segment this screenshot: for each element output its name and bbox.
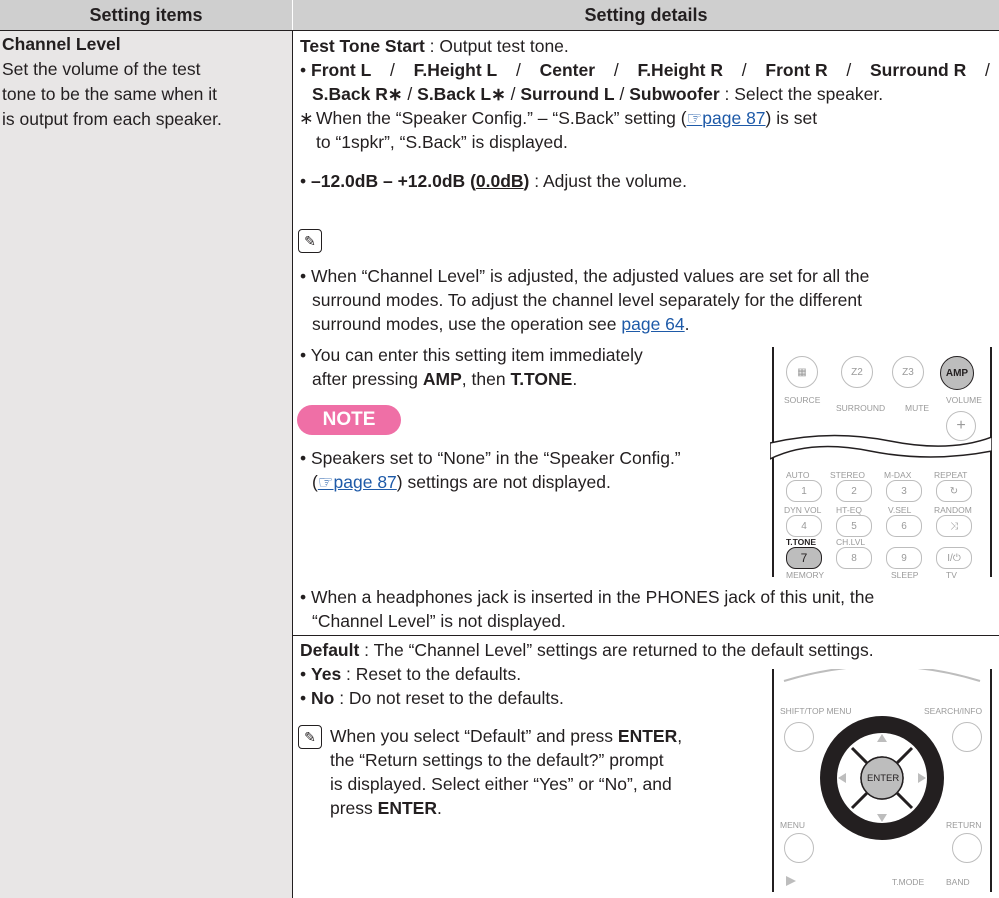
asterisk-note-line-1: When the “Speaker Config.” – “S.Back” se… <box>316 108 818 128</box>
memo1-line-1: • When “Channel Level” is adjusted, the … <box>300 266 870 286</box>
remote-menu-btn <box>784 833 814 863</box>
page-87-link-1[interactable]: ☞page 87 <box>687 108 766 128</box>
speaker-list-line-2: S.Back R∗ / S.Back L∗ / Surround L / Sub… <box>312 84 884 104</box>
remote-z3-btn: Z3 <box>892 356 924 388</box>
remote-source-label: SOURCE <box>784 395 821 405</box>
remote-amp-btn: AMP <box>940 356 974 390</box>
remote-repeat-btn: ↻ <box>936 480 972 502</box>
item-desc-1: Set the volume of the test <box>2 59 201 79</box>
remote-ttone-label: T.TONE <box>786 537 817 547</box>
speaker-sback-l: S.Back L∗ <box>417 84 506 104</box>
test-tone-text: : Output test tone. <box>424 36 569 56</box>
remote-z2-btn: Z2 <box>841 356 873 388</box>
volume-default: 0.0dB <box>475 171 524 191</box>
remote-mute-label: MUTE <box>905 403 930 413</box>
memo3-line-3: is displayed. Select either “Yes” or “No… <box>330 774 672 794</box>
test-tone-line: Test Tone Start : Output test tone. <box>300 34 569 58</box>
remote-volume-label: VOLUME <box>946 395 982 405</box>
memo3-line-4: press ENTER. <box>330 798 442 818</box>
remote-illustration-2: SHIFT/TOP MENU SEARCH/INFO ENTER MENU RE… <box>772 669 992 892</box>
memo1-line-3: surround modes, use the operation see pa… <box>312 314 690 334</box>
speaker-fheight-l: F.Height L <box>413 60 498 80</box>
remote-9-btn: 9 <box>886 547 922 569</box>
speaker-fheight-r: F.Height R <box>637 60 723 80</box>
remote-surround-label: SURROUND <box>836 403 886 413</box>
memo2-line-2: after pressing AMP, then T.TONE. <box>312 369 578 389</box>
default-label: Default <box>300 640 360 660</box>
speaker-list-tail: : Select the speaker. <box>719 84 884 104</box>
cut-mark <box>770 434 992 460</box>
speaker-sback-r: S.Back R∗ <box>312 84 403 104</box>
speaker-front-l: Front L <box>311 60 372 80</box>
note-line-1: • Speakers set to “None” in the “Speaker… <box>300 448 681 468</box>
remote-illustration-1: ▦ Z2 Z3 AMP SOURCE SURROUND MUTE VOLUME … <box>770 347 992 580</box>
memo2-line-1: • You can enter this setting item immedi… <box>300 345 643 365</box>
headphones-line-2: “Channel Level” is not displayed. <box>312 611 566 631</box>
page-87-link-2[interactable]: ☞page 87 <box>318 472 397 492</box>
memo1-line-2: surround modes. To adjust the channel le… <box>312 290 862 310</box>
remote-random-btn: ⤨ <box>936 515 972 537</box>
headphones-line-1: • When a headphones jack is inserted in … <box>300 587 875 607</box>
volume-line: • –12.0dB – +12.0dB (0.0dB) : Adjust the… <box>300 171 687 191</box>
note-line-2: (☞page 87) settings are not displayed. <box>312 472 611 492</box>
item-desc-3: is output from each speaker. <box>2 109 222 129</box>
remote-enter-label: ENTER <box>867 773 900 784</box>
default-line: Default : The “Channel Level” settings a… <box>300 640 874 660</box>
remote-5-btn: 5 <box>836 515 872 537</box>
remote-8-btn: 8 <box>836 547 872 569</box>
remote-4-btn: 4 <box>786 515 822 537</box>
note-badge: NOTE <box>297 405 401 435</box>
column-divider <box>292 31 293 898</box>
remote-3-btn: 3 <box>886 480 922 502</box>
memo3-line-2: the “Return settings to the default?” pr… <box>330 750 664 770</box>
speaker-surround-l: Surround L <box>520 84 615 104</box>
item-title: Channel Level <box>2 34 121 54</box>
default-yes-line: • Yes : Reset to the defaults. <box>300 664 522 684</box>
header-setting-items: Setting items <box>0 0 293 30</box>
remote-2-btn: 2 <box>836 480 872 502</box>
speaker-subwoofer: Subwoofer <box>629 84 720 104</box>
speaker-surround-r: Surround R <box>869 60 967 80</box>
test-tone-label: Test Tone Start <box>300 36 425 56</box>
remote-power-btn: I/⏻ <box>936 547 972 569</box>
volume-range: –12.0dB – +12.0dB <box>311 171 466 191</box>
header-setting-details: Setting details <box>293 0 999 30</box>
default-no-line: • No : Do not reset to the defaults. <box>300 688 564 708</box>
page-64-link[interactable]: page 64 <box>621 314 684 334</box>
speaker-center: Center <box>539 60 596 80</box>
memo3-line-1: When you select “Default” and press ENTE… <box>330 726 683 746</box>
item-desc-2: tone to be the same when it <box>2 84 217 104</box>
remote-7-btn: 7 <box>786 547 822 569</box>
pencil-icon: ✎ <box>298 229 322 253</box>
remote-return-btn <box>952 833 982 863</box>
remote-6-btn: 6 <box>886 515 922 537</box>
speaker-front-r: Front R <box>765 60 828 80</box>
remote-source-btn: ▦ <box>786 356 818 388</box>
settings-table: Setting items Setting details Channel Le… <box>0 0 999 898</box>
asterisk-note-line-2: to “1spkr”, “S.Back” is displayed. <box>316 132 568 152</box>
setting-items-column <box>0 31 292 898</box>
remote-1-btn: 1 <box>786 480 822 502</box>
row-separator <box>292 635 999 636</box>
volume-text: : Adjust the volume. <box>529 171 687 191</box>
asterisk-mark: ∗ <box>299 108 314 128</box>
speaker-list-line-1: • Front L / F.Height L / Center / F.Height … <box>300 60 990 80</box>
pencil-icon-2: ✎ <box>298 725 322 749</box>
